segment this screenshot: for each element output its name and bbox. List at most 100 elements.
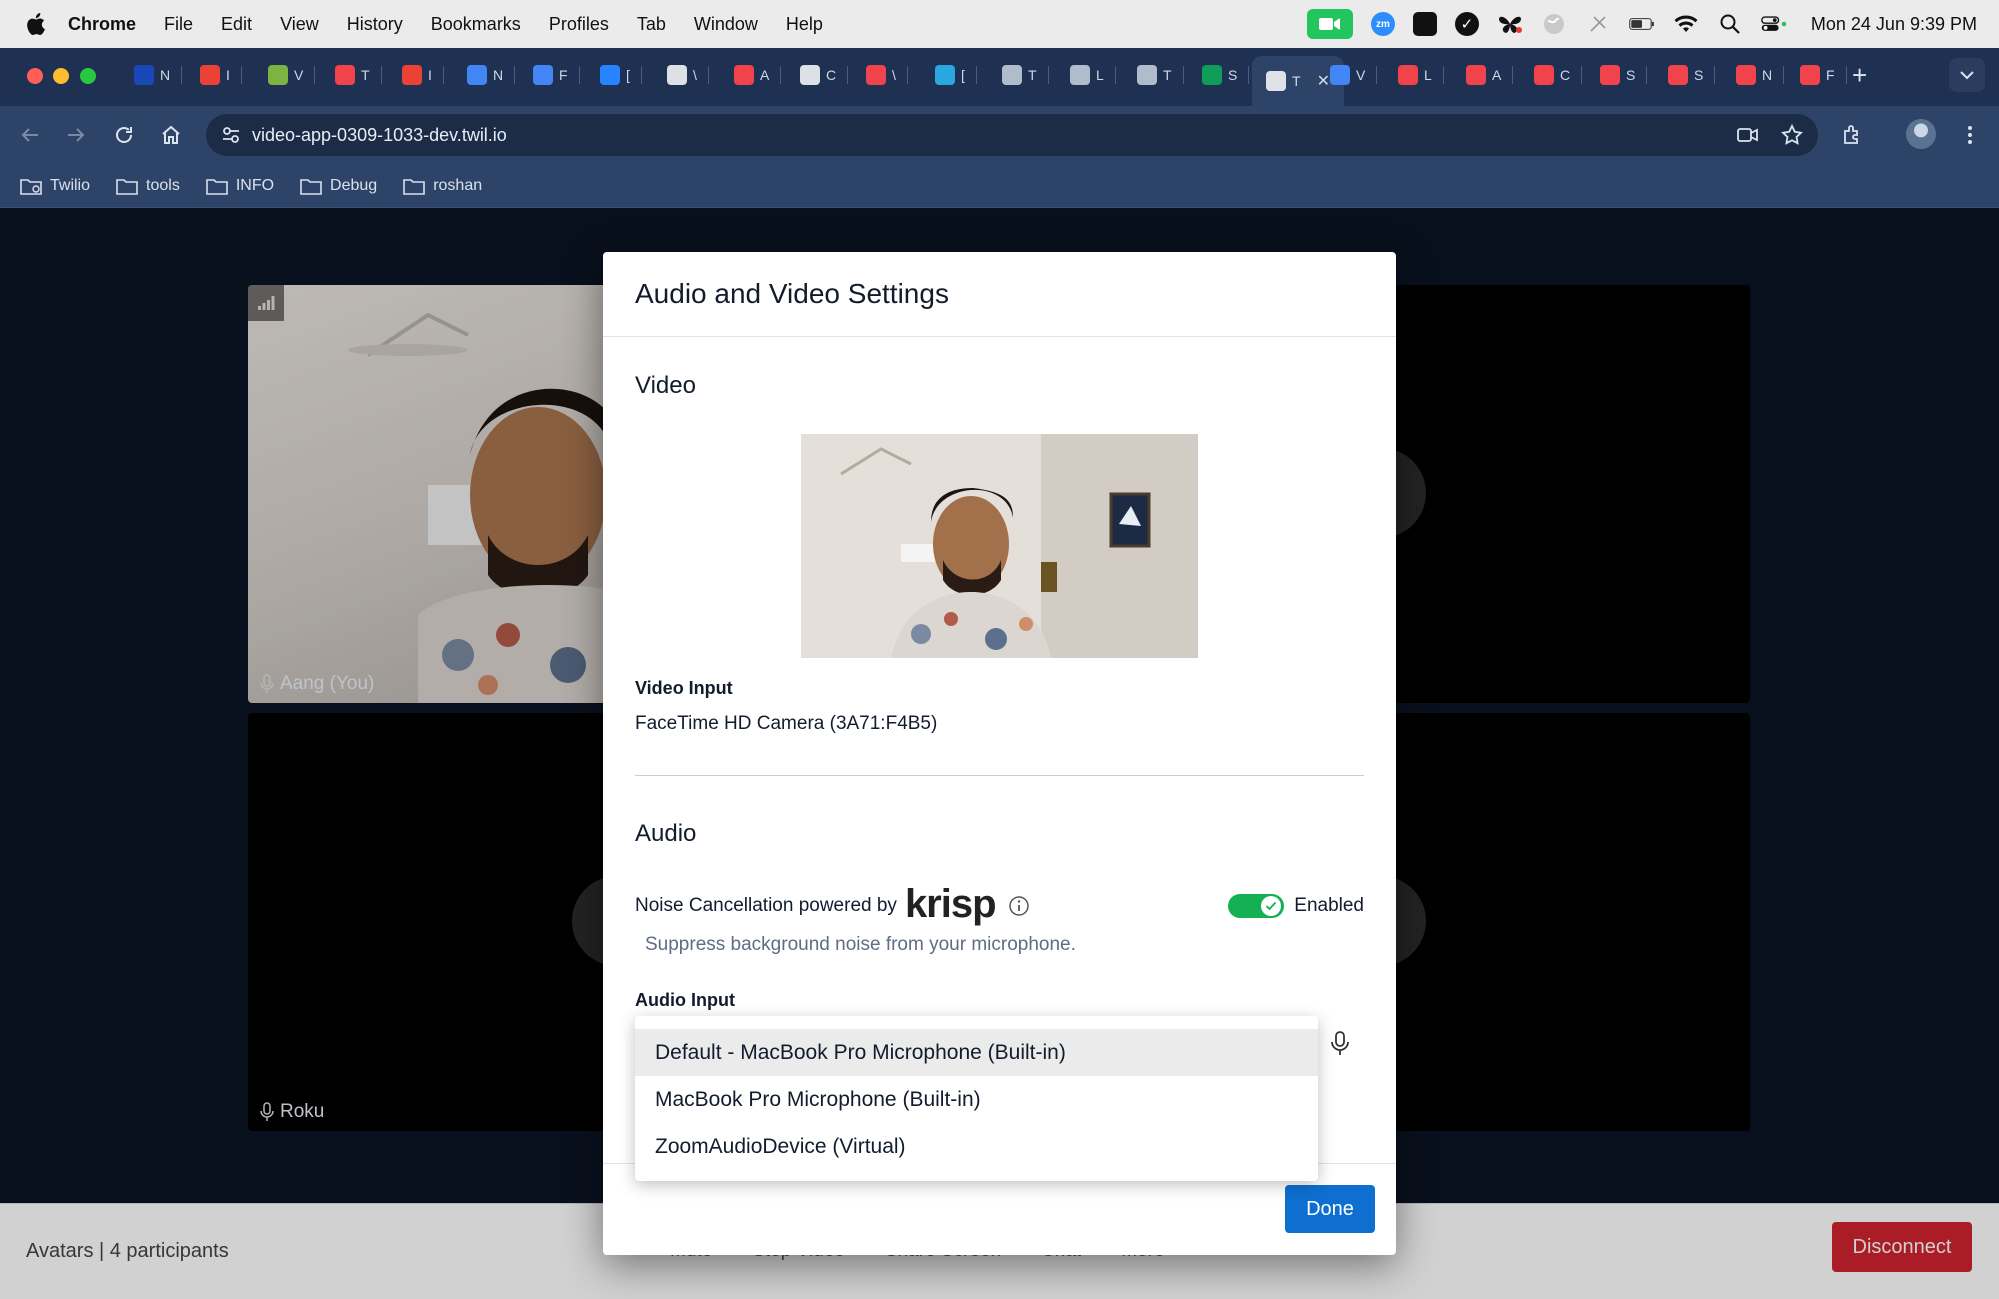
menu-file[interactable]: File [164, 14, 193, 35]
close-window-icon[interactable] [27, 68, 43, 84]
microphone-icon[interactable] [1325, 1028, 1355, 1058]
browser-tab[interactable]: V [1330, 60, 1378, 90]
zoom-icon[interactable]: zm [1370, 12, 1395, 36]
audio-input-label: Audio Input [635, 990, 735, 1010]
tab-search-button[interactable] [1949, 58, 1985, 92]
tab-separator [906, 66, 908, 84]
battery-icon[interactable] [1629, 11, 1655, 37]
bookmark-star-icon[interactable] [1780, 123, 1804, 147]
address-url[interactable]: video-app-0309-1033-dev.twil.io [252, 125, 507, 146]
menu-tab[interactable]: Tab [637, 14, 666, 35]
bookmark-debug[interactable]: Debug [300, 177, 377, 195]
menu-bookmarks[interactable]: Bookmarks [431, 14, 521, 35]
bookmark-info[interactable]: INFO [206, 177, 274, 195]
browser-tab[interactable]: C [800, 60, 849, 90]
checkmark-icon [1266, 901, 1277, 911]
spotlight-search-icon[interactable] [1717, 11, 1743, 37]
menu-edit[interactable]: Edit [221, 14, 252, 35]
menu-chrome[interactable]: Chrome [68, 14, 136, 35]
forward-arrow-icon[interactable] [64, 123, 88, 147]
tab-title: A [760, 67, 770, 83]
browser-tab[interactable]: [ [935, 60, 977, 90]
tab-separator [380, 66, 382, 84]
browser-tab[interactable]: L [1398, 60, 1444, 90]
browser-tab[interactable]: A [734, 60, 782, 90]
minimize-window-icon[interactable] [53, 68, 69, 84]
audio-input-option[interactable]: MacBook Pro Microphone (Built-in) [635, 1076, 1318, 1123]
browser-tab[interactable]: \ [866, 60, 908, 90]
audio-input-option[interactable]: ZoomAudioDevice (Virtual) [635, 1123, 1318, 1170]
tab-title: I [428, 67, 432, 83]
toggle-status: Enabled [1294, 895, 1364, 916]
tab-title: C [1560, 67, 1571, 83]
browser-tab[interactable]: C [1534, 60, 1583, 90]
menubar-clock[interactable]: Mon 24 Jun 9:39 PM [1811, 14, 1977, 35]
browser-tab[interactable]: I [402, 60, 444, 90]
browser-tab[interactable]: V [268, 60, 316, 90]
tab-title: V [294, 67, 304, 83]
tab-favicon-icon [1398, 65, 1418, 85]
menu-history[interactable]: History [347, 14, 403, 35]
butterfly-icon[interactable] [1497, 11, 1523, 37]
menu-view[interactable]: View [280, 14, 319, 35]
macos-menu-bar: Chrome File Edit View History Bookmarks … [0, 0, 1999, 48]
tab-favicon-icon [1600, 65, 1620, 85]
tab-separator [1182, 66, 1184, 84]
noise-cancellation-label: Noise Cancellation powered by [635, 895, 897, 916]
reload-icon[interactable] [112, 123, 136, 147]
folder-icon [206, 178, 228, 195]
browser-tab[interactable]: F [1800, 60, 1847, 90]
back-arrow-icon[interactable] [18, 123, 42, 147]
extensions-icon[interactable] [1840, 123, 1864, 147]
checkmark-app-icon[interactable]: ✓ [1454, 12, 1479, 36]
drive-icon[interactable] [1412, 12, 1437, 36]
camera-in-use-icon[interactable] [1736, 123, 1760, 147]
info-icon[interactable] [1008, 895, 1030, 917]
bookmark-label: roshan [433, 176, 483, 194]
audio-input-option[interactable]: Default - MacBook Pro Microphone (Built-… [635, 1029, 1318, 1076]
done-button[interactable]: Done [1285, 1185, 1375, 1233]
browser-tab[interactable]: F [533, 60, 580, 90]
browser-tab[interactable]: N [1736, 60, 1785, 90]
wifi-icon[interactable] [1673, 11, 1699, 37]
new-tab-button[interactable]: + [1852, 60, 1867, 90]
menu-profiles[interactable]: Profiles [549, 14, 609, 35]
tab-separator [975, 66, 977, 84]
menu-help[interactable]: Help [786, 14, 823, 35]
bookmark-twilio[interactable]: Twilio [20, 177, 90, 195]
more-vert-icon[interactable] [1958, 123, 1982, 147]
browser-tab[interactable]: N [134, 60, 183, 90]
tab-separator [1646, 66, 1648, 84]
zoom-window-icon[interactable] [80, 68, 96, 84]
browser-tab[interactable]: [ [600, 60, 642, 90]
profile-avatar[interactable] [1906, 119, 1936, 149]
browser-tab[interactable]: S [1668, 60, 1716, 90]
browser-tab[interactable]: \ [667, 60, 709, 90]
browser-tab[interactable]: T [1137, 60, 1184, 90]
browser-tab[interactable]: S [1202, 60, 1250, 90]
facetime-icon[interactable] [1306, 9, 1353, 39]
browser-tab[interactable]: T [335, 60, 382, 90]
browser-tab[interactable]: S [1600, 60, 1648, 90]
browser-tab[interactable]: T [1002, 60, 1049, 90]
bookmark-tools[interactable]: tools [116, 177, 180, 195]
close-tab-icon[interactable]: ✕ [1317, 71, 1330, 91]
tab-title: T [1163, 67, 1172, 83]
home-icon[interactable] [159, 123, 183, 147]
browser-tab[interactable]: I [200, 60, 242, 90]
menu-window[interactable]: Window [694, 14, 758, 35]
address-bar[interactable]: video-app-0309-1033-dev.twil.io [206, 114, 1818, 156]
status-area: zm ✓ Mon 24 Jun 9:39 PM [1306, 0, 1977, 48]
apple-logo-icon[interactable] [24, 11, 50, 37]
browser-tab[interactable]: N [467, 60, 516, 90]
pen-slash-icon[interactable] [1585, 11, 1611, 37]
noise-cancellation-toggle[interactable] [1228, 894, 1285, 918]
site-settings-icon[interactable] [220, 124, 242, 146]
control-center-icon[interactable] [1760, 11, 1787, 37]
browser-tab[interactable]: L [1070, 60, 1116, 90]
tab-separator [1783, 66, 1785, 84]
browser-tab[interactable]: A [1466, 60, 1514, 90]
bookmark-roshan[interactable]: roshan [403, 177, 482, 195]
globe-icon[interactable] [1541, 11, 1567, 37]
tab-title: [ [961, 67, 965, 83]
